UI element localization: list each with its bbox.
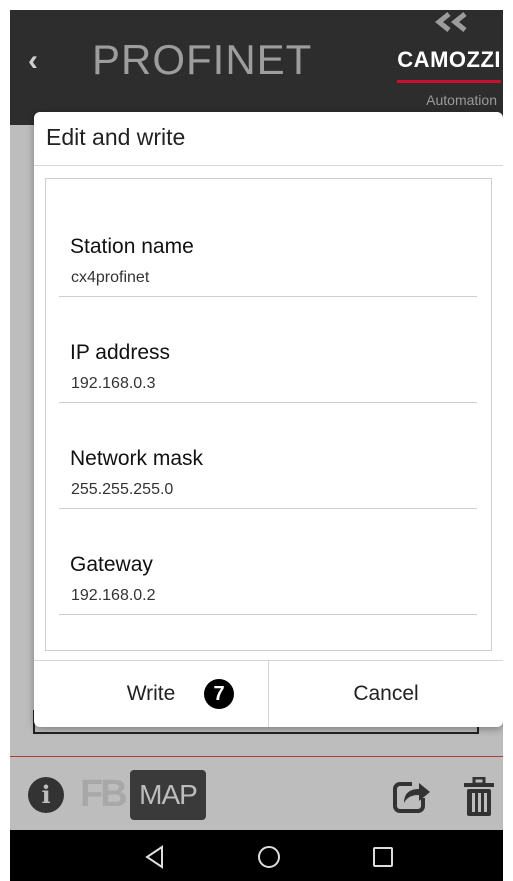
info-icon[interactable]: i xyxy=(28,777,64,813)
edit-dialog: Edit and write Station name cx4profinet … xyxy=(34,112,503,727)
field-value: 192.168.0.3 xyxy=(71,375,156,392)
logo-accent-line xyxy=(397,80,501,83)
field-ip-address[interactable]: IP address 192.168.0.3 xyxy=(59,297,477,403)
field-label: IP address xyxy=(70,341,171,364)
home-circle-icon[interactable] xyxy=(254,842,284,872)
app-screen: ‹ PROFINET CAMOZZI Automation i FB MAP E… xyxy=(10,10,503,881)
field-label: Station name xyxy=(70,235,194,258)
cancel-button[interactable]: Cancel xyxy=(269,661,503,727)
dialog-title-divider xyxy=(34,165,503,166)
dialog-title: Edit and write xyxy=(46,124,186,150)
chevron-left-icon[interactable]: ‹ xyxy=(28,44,38,78)
page-title: PROFINET xyxy=(92,36,313,83)
camozzi-mark-icon xyxy=(435,12,467,32)
dialog-buttons: Write 7 Cancel xyxy=(34,660,503,727)
fb-button[interactable]: FB xyxy=(80,773,128,816)
map-button[interactable]: MAP xyxy=(130,770,206,820)
write-button[interactable]: Write 7 xyxy=(34,661,269,727)
trash-icon[interactable] xyxy=(462,777,496,817)
field-value: 255.255.255.0 xyxy=(71,481,174,498)
bottom-toolbar: i FB MAP xyxy=(10,757,503,830)
field-value: cx4profinet xyxy=(71,269,150,286)
logo-brand: CAMOZZI xyxy=(397,47,501,72)
app-header: ‹ PROFINET CAMOZZI Automation xyxy=(10,10,503,125)
field-value: 192.168.0.2 xyxy=(71,587,156,604)
field-label: Gateway xyxy=(70,553,153,576)
share-icon[interactable] xyxy=(392,775,432,815)
field-network-mask[interactable]: Network mask 255.255.255.0 xyxy=(59,403,477,509)
settings-list: Station name cx4profinet IP address 192.… xyxy=(45,178,492,651)
field-gateway[interactable]: Gateway 192.168.0.2 xyxy=(59,509,477,615)
step-badge: 7 xyxy=(204,679,234,709)
field-label: Network mask xyxy=(70,447,204,470)
back-triangle-icon[interactable] xyxy=(140,842,170,872)
logo-subtitle: Automation xyxy=(426,92,497,108)
recents-square-icon[interactable] xyxy=(368,842,398,872)
system-nav-bar xyxy=(10,830,503,881)
write-button-label: Write xyxy=(126,682,176,705)
camozzi-logo: CAMOZZI Automation xyxy=(393,10,503,110)
field-station-name[interactable]: Station name cx4profinet xyxy=(59,191,477,297)
